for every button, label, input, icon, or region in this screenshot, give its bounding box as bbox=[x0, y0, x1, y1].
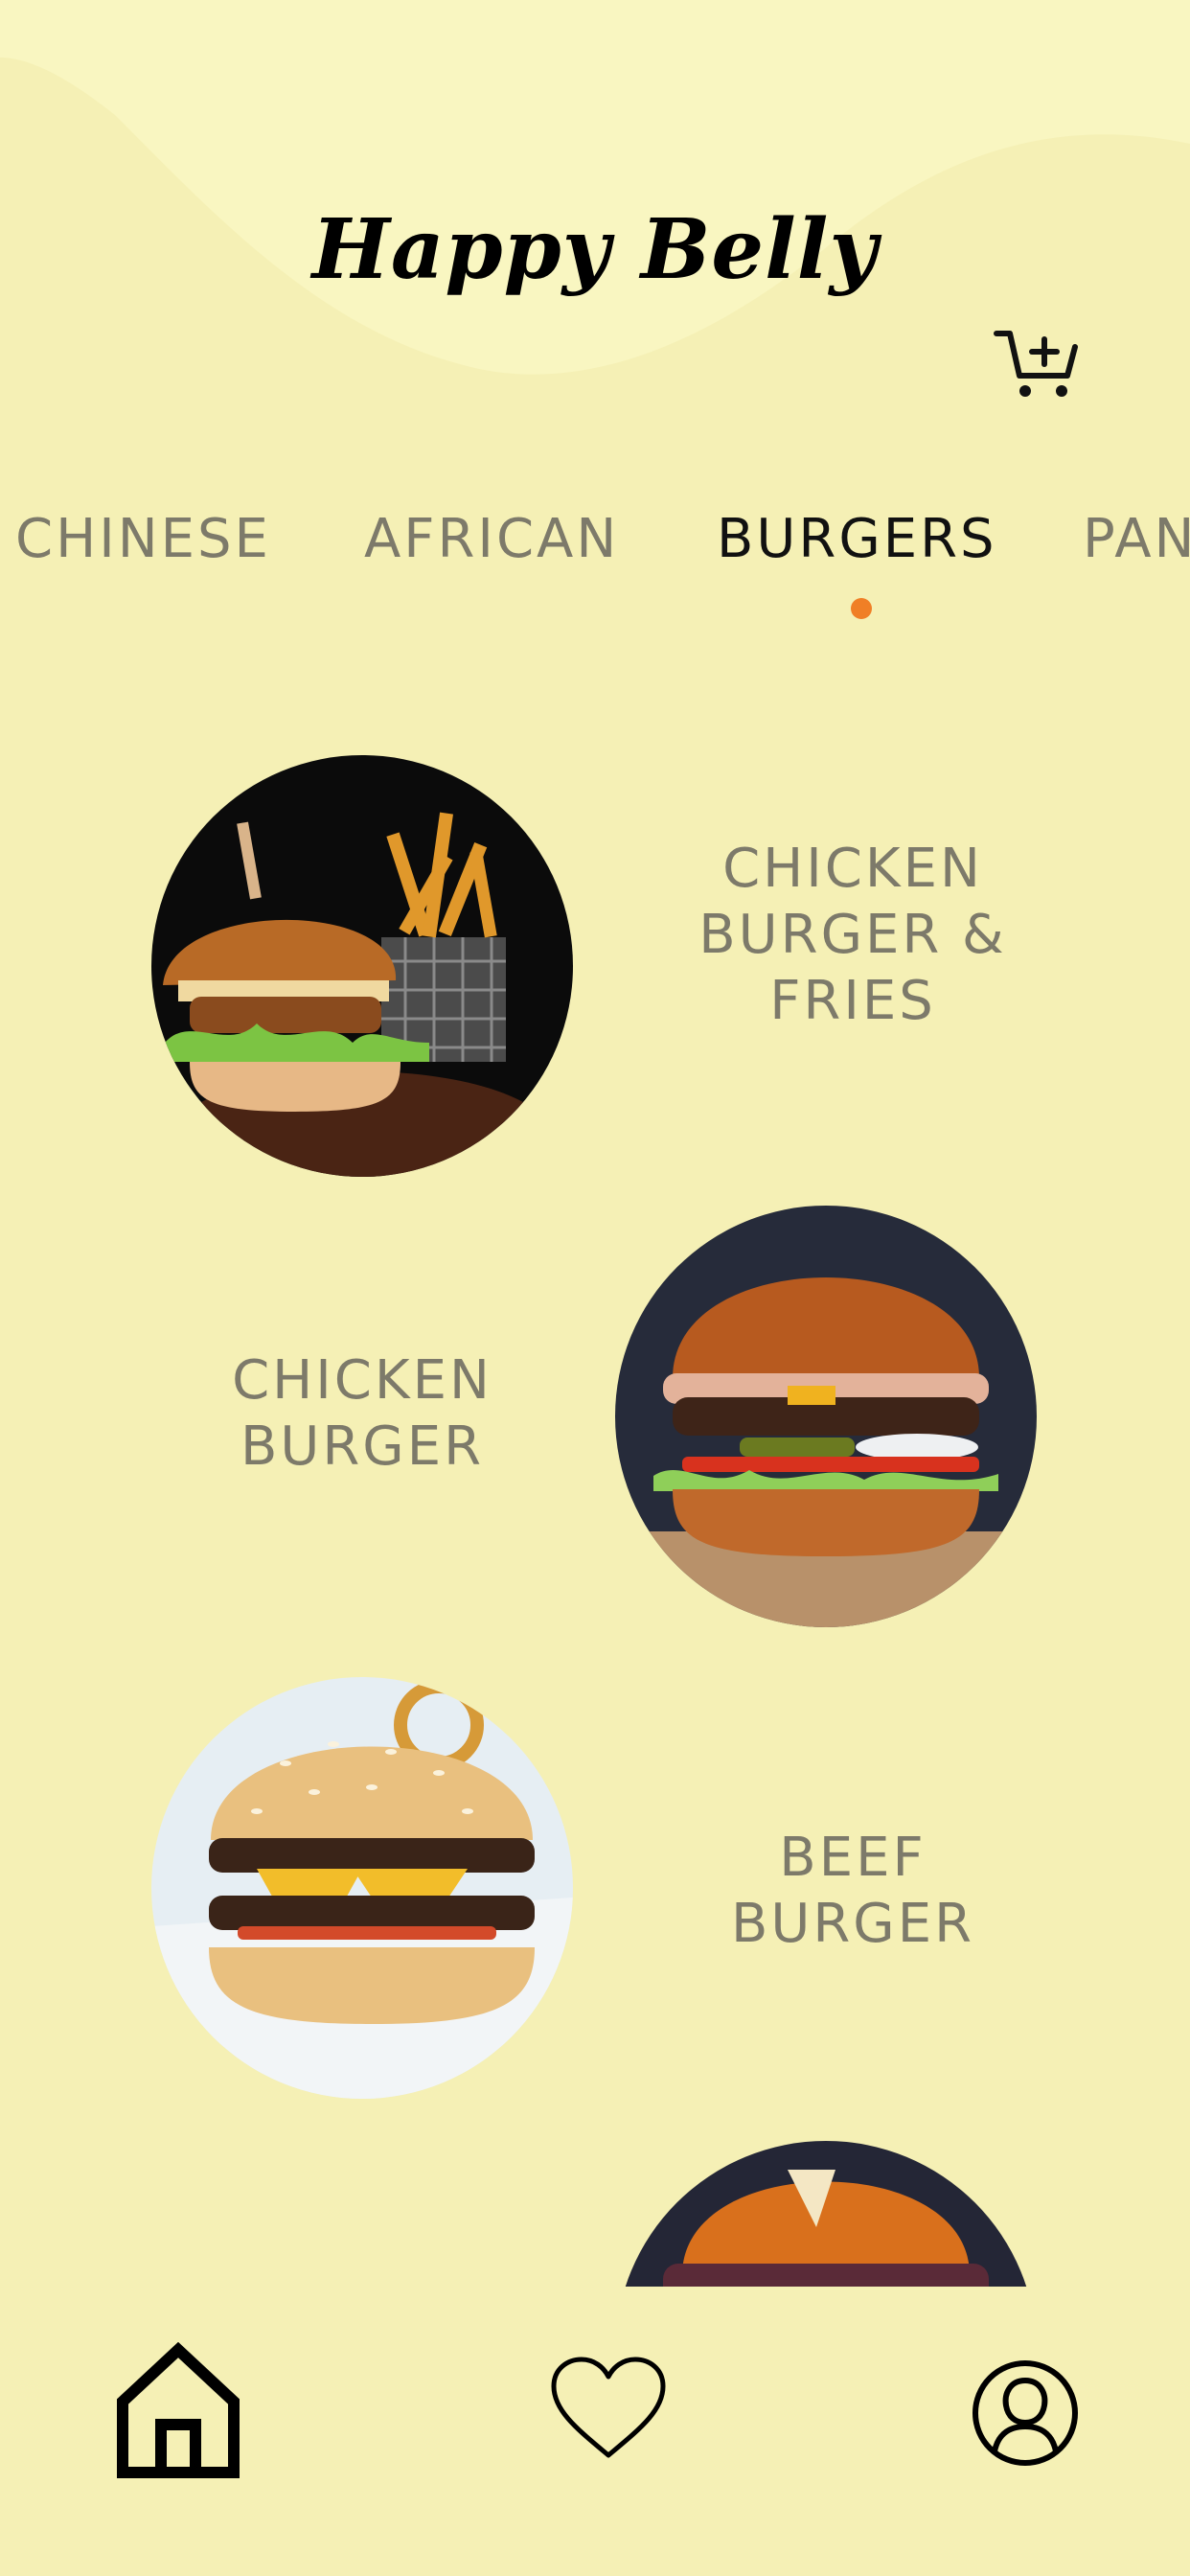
profile-icon[interactable] bbox=[972, 2359, 1079, 2467]
beef-burger-photo bbox=[151, 1677, 573, 2099]
menu-item[interactable]: CHICKEN BURGER bbox=[0, 1206, 1190, 1627]
menu-item[interactable]: BEEF BURGER bbox=[0, 1677, 1190, 2099]
menu-item-name: CHICKEN BURGER & FRIES bbox=[698, 838, 1007, 1032]
bottom-navigation bbox=[0, 2287, 1190, 2576]
menu-item[interactable] bbox=[0, 2141, 1190, 2287]
menu-item-name: CHICKEN BURGER bbox=[232, 1349, 492, 1478]
menu-item[interactable]: CHICKEN BURGER & FRIES bbox=[0, 755, 1190, 1177]
menu-list[interactable]: CHICKEN BURGER & FRIES CHICKEN BURGER BE… bbox=[0, 0, 1190, 2287]
chicken-burger-fries-photo bbox=[151, 755, 573, 1177]
pretzel-burger-photo bbox=[615, 2141, 1037, 2287]
home-icon[interactable] bbox=[115, 2342, 241, 2480]
menu-item-name: BEEF BURGER bbox=[730, 1827, 974, 1955]
chicken-burger-photo bbox=[615, 1206, 1037, 1627]
heart-icon[interactable] bbox=[550, 2356, 667, 2461]
